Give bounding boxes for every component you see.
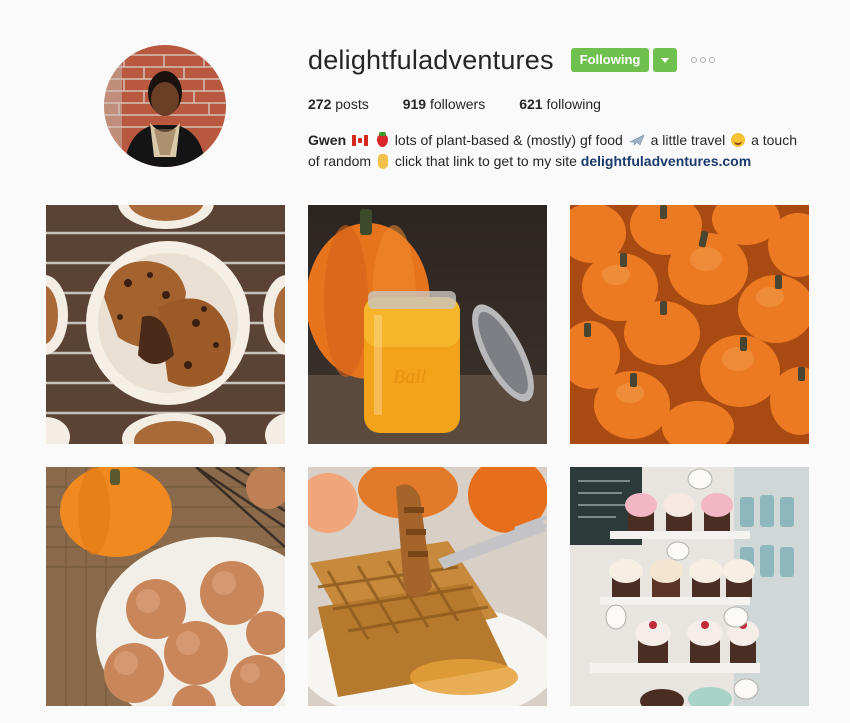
post-thumbnail-muffins[interactable] <box>46 205 285 444</box>
profile-info: delightfuladventures Following 272 posts… <box>308 42 828 172</box>
post-thumbnail-waffles[interactable] <box>308 467 547 706</box>
profile-stats: 272 posts 919 followers 621 following <box>308 96 828 112</box>
post-thumbnail-cupcake-display[interactable] <box>570 467 809 706</box>
strawberry-icon <box>376 132 388 147</box>
posts-label: posts <box>335 96 369 112</box>
followers-count: 919 <box>402 96 427 112</box>
posts-count: 272 <box>308 96 332 112</box>
posts-stat: 272 posts <box>308 96 369 112</box>
username: delightfuladventures <box>308 44 554 75</box>
following-stat[interactable]: 621 following <box>519 96 601 112</box>
airplane-icon <box>629 134 645 146</box>
following-button[interactable]: Following <box>570 48 650 72</box>
canada-flag-icon <box>352 135 369 146</box>
chevron-down-icon <box>661 57 670 63</box>
following-stat-label: following <box>546 96 601 112</box>
post-thumbnail-donut-holes[interactable] <box>46 467 285 706</box>
following-count: 621 <box>519 96 543 112</box>
title-row: delightfuladventures Following <box>308 42 828 78</box>
post-thumbnail-pumpkins[interactable] <box>570 205 809 444</box>
bio-text-2: a little travel <box>650 132 726 148</box>
grinning-face-icon <box>731 133 746 147</box>
bio: Gwen lots of plant-based & (mostly) gf f… <box>308 130 808 172</box>
bio-link[interactable]: delightfuladventures.com <box>581 153 751 169</box>
bio-name: Gwen <box>308 132 347 148</box>
svg-text:Ball: Ball <box>393 366 427 388</box>
bio-text-1: lots of plant-based & (mostly) gf food <box>394 132 623 148</box>
bio-text-4: click that link to get to my site <box>394 153 577 169</box>
followers-stat[interactable]: 919 followers <box>403 96 486 112</box>
follow-dropdown-button[interactable] <box>653 48 678 72</box>
followers-label: followers <box>429 96 486 112</box>
post-thumbnail-pumpkin-jar[interactable]: Ball <box>308 205 547 444</box>
more-options-icon[interactable] <box>691 57 716 63</box>
avatar[interactable] <box>104 45 226 167</box>
pointing-down-icon <box>377 154 388 169</box>
profile-page: delightfuladventures Following 272 posts… <box>0 0 850 723</box>
